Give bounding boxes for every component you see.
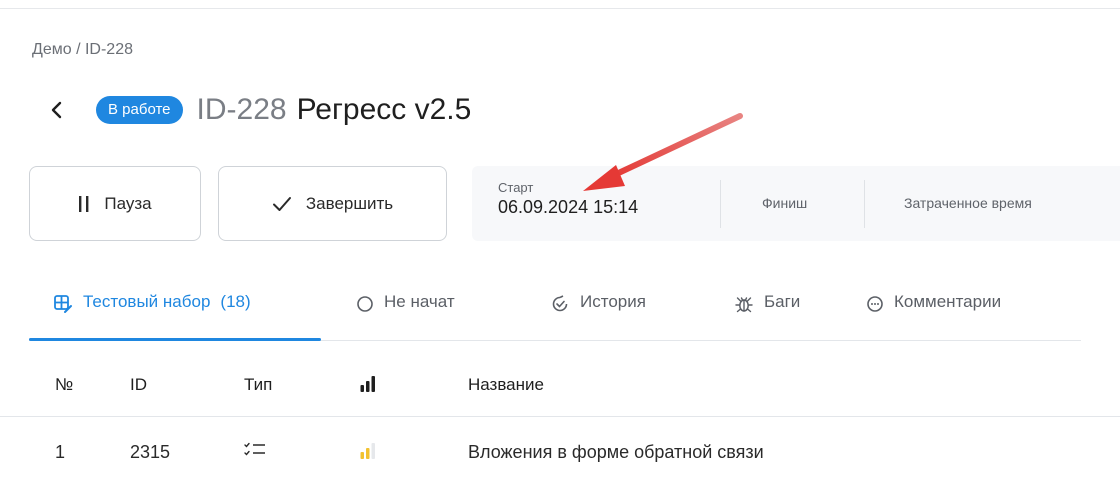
back-button[interactable] bbox=[40, 93, 74, 127]
column-name[interactable]: Название bbox=[468, 375, 544, 395]
row-id[interactable]: 2315 bbox=[130, 442, 170, 463]
page-title: Регресс v2.5 bbox=[296, 93, 472, 126]
finish-label: Завершить bbox=[305, 193, 394, 213]
pause-icon bbox=[78, 195, 90, 213]
test-suite-icon bbox=[53, 292, 73, 316]
tabs: Тестовый набор (18) Не начат История Баг… bbox=[29, 285, 1081, 341]
pause-button[interactable]: Пауза bbox=[29, 166, 201, 241]
tab-label: Не начат bbox=[384, 292, 455, 311]
timing-panel: Старт 06.09.2024 15:14 Финиш Затраченное… bbox=[472, 166, 1120, 241]
row-number: 1 bbox=[55, 442, 66, 462]
divider bbox=[864, 180, 865, 228]
title-row: В работе ID-228 Регресс v2.5 bbox=[32, 88, 471, 132]
tab-not-started[interactable]: Не начат bbox=[356, 285, 455, 341]
start-value: 06.09.2024 15:14 bbox=[498, 197, 639, 217]
column-id[interactable]: ID bbox=[130, 375, 147, 395]
priority-icon[interactable] bbox=[360, 375, 376, 398]
comment-icon bbox=[866, 292, 884, 316]
column-type[interactable]: Тип bbox=[244, 375, 272, 395]
bug-icon bbox=[734, 292, 754, 316]
tab-comments[interactable]: Комментарии bbox=[866, 285, 1001, 341]
tab-label: История bbox=[580, 292, 646, 311]
finish-button[interactable]: Завершить bbox=[218, 166, 447, 241]
table-row[interactable]: 1 2315 Вложения в форме обратной связи bbox=[0, 418, 1120, 485]
history-icon bbox=[550, 292, 570, 316]
status-badge[interactable]: В работе bbox=[96, 96, 183, 124]
check-icon bbox=[272, 196, 292, 212]
tab-label: Тестовый набор bbox=[83, 292, 211, 311]
tab-label: Комментарии bbox=[894, 292, 1002, 311]
table-header: № ID Тип Название bbox=[0, 355, 1120, 417]
tab-label: Баги bbox=[764, 292, 801, 311]
row-name[interactable]: Вложения в форме обратной связи bbox=[468, 442, 764, 463]
checklist-icon bbox=[244, 442, 266, 463]
tab-history[interactable]: История bbox=[550, 285, 646, 341]
finish-time-label: Финиш bbox=[762, 195, 808, 211]
active-tab-indicator bbox=[29, 338, 321, 341]
priority-medium-icon bbox=[360, 442, 376, 465]
tab-test-suite[interactable]: Тестовый набор (18) bbox=[29, 285, 321, 341]
spent-time-label: Затраченное время bbox=[904, 195, 1032, 211]
tab-bugs[interactable]: Баги bbox=[734, 285, 800, 341]
pause-label: Пауза bbox=[104, 193, 152, 213]
circle-icon bbox=[356, 292, 374, 316]
chevron-left-icon bbox=[51, 101, 62, 119]
column-number[interactable]: № bbox=[55, 375, 73, 395]
top-divider bbox=[0, 8, 1120, 9]
start-label: Старт bbox=[498, 180, 534, 195]
tab-count: (18) bbox=[220, 292, 251, 311]
run-id: ID-228 bbox=[196, 93, 287, 126]
start-block: Старт 06.09.2024 15:14 bbox=[498, 180, 638, 218]
divider bbox=[720, 180, 721, 228]
breadcrumb[interactable]: Демо / ID-228 bbox=[32, 41, 133, 59]
